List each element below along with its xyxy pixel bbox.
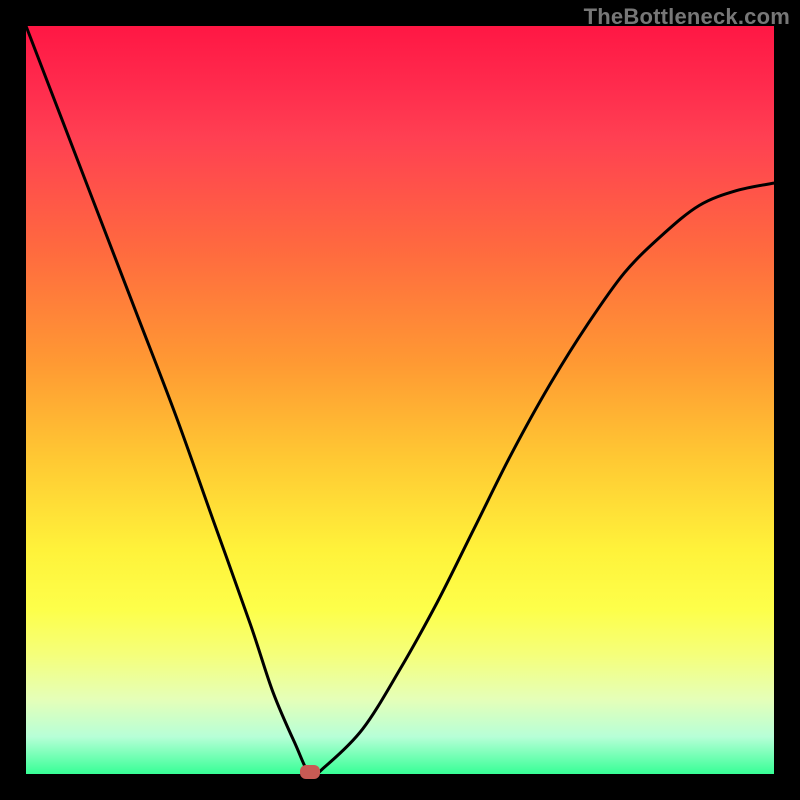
optimum-marker: [300, 765, 320, 779]
plot-area: [26, 26, 774, 774]
curve-path: [26, 26, 774, 774]
chart-frame: TheBottleneck.com: [0, 0, 800, 800]
bottleneck-curve: [26, 26, 774, 774]
